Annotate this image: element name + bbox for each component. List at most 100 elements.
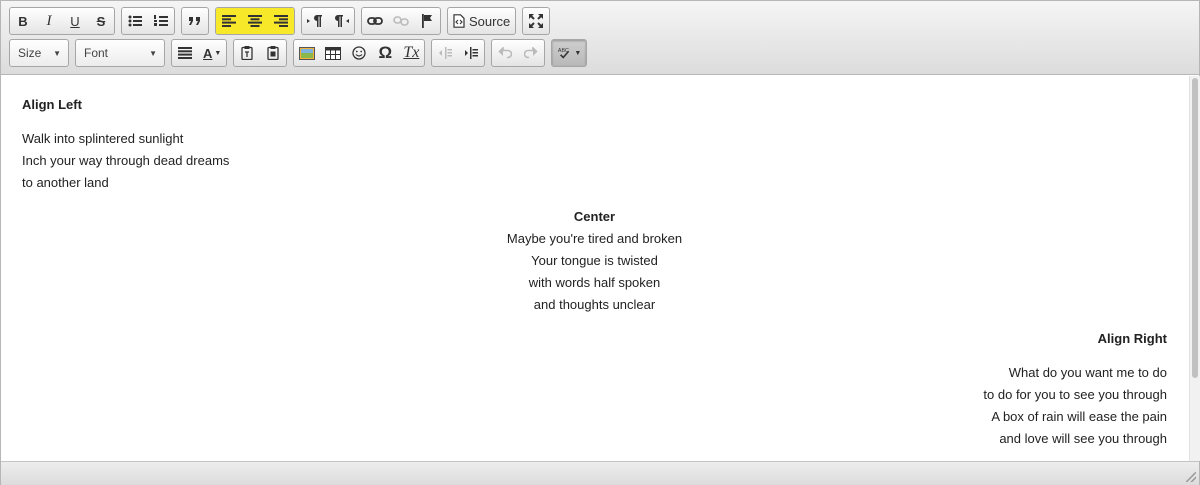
chevron-down-icon: ▼ (574, 49, 582, 57)
maximize-icon (529, 14, 544, 28)
link-button[interactable] (362, 8, 388, 34)
resize-handle[interactable] (1186, 472, 1196, 482)
blockquote-button[interactable] (182, 8, 208, 34)
right-block: Align Right What do you want me to do to… (22, 328, 1167, 450)
rich-text-editor: B I U S Source Size ▼ Font ▼ A ▼ Ω Tx AB… (0, 0, 1200, 485)
poem-line: A box of rain will ease the pain (991, 409, 1167, 424)
source-button-label: Source (469, 13, 511, 29)
remove-format-icon: Tx (403, 44, 420, 61)
outdent-button[interactable] (432, 40, 458, 66)
poem-line: to another land (22, 175, 109, 190)
paste-from-word-button[interactable] (260, 40, 286, 66)
smiley-button[interactable] (346, 40, 372, 66)
maximize-button[interactable] (523, 8, 549, 34)
undo-icon (498, 47, 513, 59)
align-center-icon (248, 15, 262, 27)
colors-group: A ▼ (171, 39, 228, 67)
maximize-group (522, 7, 551, 35)
poem-line: and love will see you through (999, 431, 1167, 446)
size-dropdown-label: Size (18, 46, 42, 60)
center-heading: Center (573, 209, 616, 224)
indent-button[interactable] (458, 40, 484, 66)
source-document-icon (453, 14, 465, 28)
paste-text-icon (241, 46, 253, 60)
table-icon (325, 46, 342, 60)
size-dropdown[interactable]: Size ▼ (9, 39, 69, 67)
flag-icon (422, 14, 432, 28)
unlink-icon (393, 16, 409, 26)
bulleted-list-icon (128, 15, 142, 27)
align-left-heading: Align Left (22, 97, 82, 112)
bulleted-list-button[interactable] (122, 8, 148, 34)
remove-format-button[interactable]: Tx (398, 40, 424, 66)
numbered-list-button[interactable] (148, 8, 174, 34)
center-block: Center Maybe you're tired and broken You… (22, 206, 1167, 316)
image-button[interactable] (294, 40, 320, 66)
alignment-group (215, 7, 295, 35)
align-right-heading: Align Right (1097, 331, 1167, 346)
text-direction-ltr-icon (307, 15, 322, 27)
poem-line: and thoughts unclear (533, 297, 656, 312)
indent-group (431, 39, 486, 67)
poem-line: What do you want me to do (1008, 365, 1167, 380)
align-left-paragraph: Walk into splintered sunlight Inch your … (22, 128, 1167, 194)
align-right-icon (274, 15, 288, 27)
undo-button[interactable] (492, 40, 518, 66)
blockquote-group (181, 7, 209, 35)
text-direction-group (301, 7, 355, 35)
align-center-button[interactable] (242, 8, 268, 34)
poem-line: Walk into splintered sunlight (22, 131, 184, 146)
content-scrollbar[interactable] (1189, 76, 1200, 461)
paste-text-button[interactable] (234, 40, 260, 66)
special-char-button[interactable]: Ω (372, 40, 398, 66)
ltr-button[interactable] (302, 8, 328, 34)
poem-line: Your tongue is twisted (531, 253, 658, 268)
spellcheck-button[interactable]: ABC ▼ (552, 40, 587, 66)
insert-group: Ω Tx (293, 39, 426, 67)
image-icon (299, 46, 316, 60)
indent-icon (465, 47, 479, 59)
strikethrough-button[interactable]: S (88, 8, 114, 34)
justify-icon (178, 47, 192, 59)
source-button[interactable]: Source (448, 8, 515, 34)
links-group (361, 7, 441, 35)
justify-button[interactable] (172, 40, 198, 66)
bold-button[interactable]: B (10, 8, 36, 34)
underline-button[interactable]: U (62, 8, 88, 34)
paste-word-icon (267, 46, 279, 60)
redo-button[interactable] (518, 40, 544, 66)
poem-line: with words half spoken (528, 275, 661, 290)
text-color-label: A (203, 45, 213, 61)
text-color-button[interactable]: A ▼ (198, 40, 226, 66)
chevron-down-icon: ▼ (149, 48, 157, 58)
list-group (121, 7, 175, 35)
align-right-paragraph: What do you want me to do to do for you … (22, 362, 1167, 450)
numbered-list-icon (154, 15, 168, 26)
redo-icon (524, 47, 538, 59)
smiley-icon (352, 46, 366, 60)
poem-line: Inch your way through dead dreams (22, 153, 230, 168)
editor-toolbar: B I U S Source Size ▼ Font ▼ A ▼ Ω Tx AB… (1, 1, 1199, 75)
toolbar-row-1: B I U S Source (9, 7, 556, 35)
align-right-button[interactable] (268, 8, 294, 34)
anchor-button[interactable] (414, 8, 440, 34)
font-dropdown-label: Font (84, 46, 109, 60)
italic-button[interactable]: I (36, 8, 62, 34)
editor-content-area[interactable]: Align Left Walk into splintered sunlight… (2, 76, 1189, 461)
basic-styles-group: B I U S (9, 7, 115, 35)
text-direction-rtl-icon (335, 15, 349, 27)
scrollbar-thumb[interactable] (1192, 78, 1198, 378)
poem-line: to do for you to see you through (983, 387, 1167, 402)
spellcheck-group: ABC ▼ (551, 39, 588, 67)
link-icon (367, 17, 383, 25)
source-group: Source (447, 7, 517, 35)
unlink-button[interactable] (388, 8, 414, 34)
table-button[interactable] (320, 40, 346, 66)
blockquote-icon (189, 17, 200, 25)
chevron-down-icon: ▼ (214, 49, 222, 57)
align-left-icon (222, 15, 236, 27)
align-left-button[interactable] (216, 8, 242, 34)
rtl-button[interactable] (328, 8, 354, 34)
font-dropdown[interactable]: Font ▼ (75, 39, 165, 67)
chevron-down-icon: ▼ (53, 48, 61, 58)
